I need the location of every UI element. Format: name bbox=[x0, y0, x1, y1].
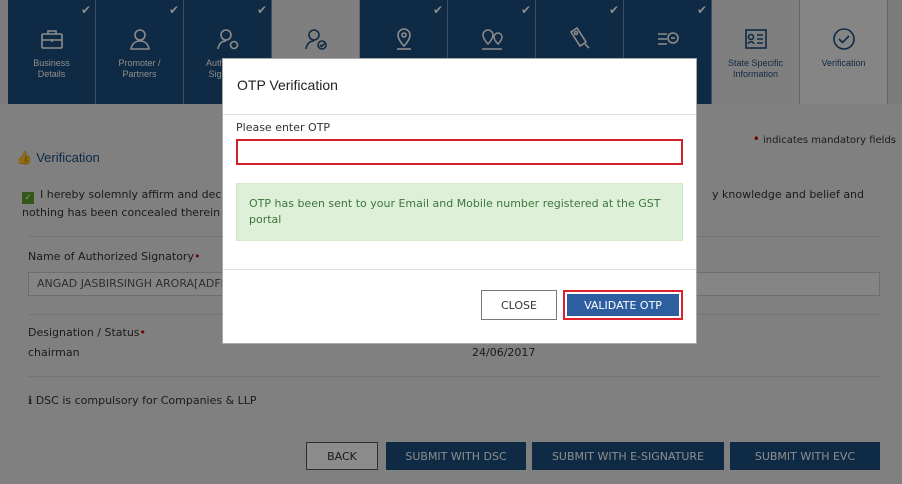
otp-input[interactable] bbox=[236, 139, 683, 165]
modal-footer: CLOSE VALIDATE OTP bbox=[223, 269, 696, 345]
validate-otp-button[interactable]: VALIDATE OTP bbox=[563, 290, 683, 320]
modal-title: OTP Verification bbox=[223, 59, 696, 115]
close-button[interactable]: CLOSE bbox=[481, 290, 557, 320]
otp-label: Please enter OTP bbox=[236, 121, 331, 134]
otp-modal: OTP Verification Please enter OTP OTP ha… bbox=[222, 58, 697, 344]
otp-sent-alert: OTP has been sent to your Email and Mobi… bbox=[236, 183, 683, 241]
